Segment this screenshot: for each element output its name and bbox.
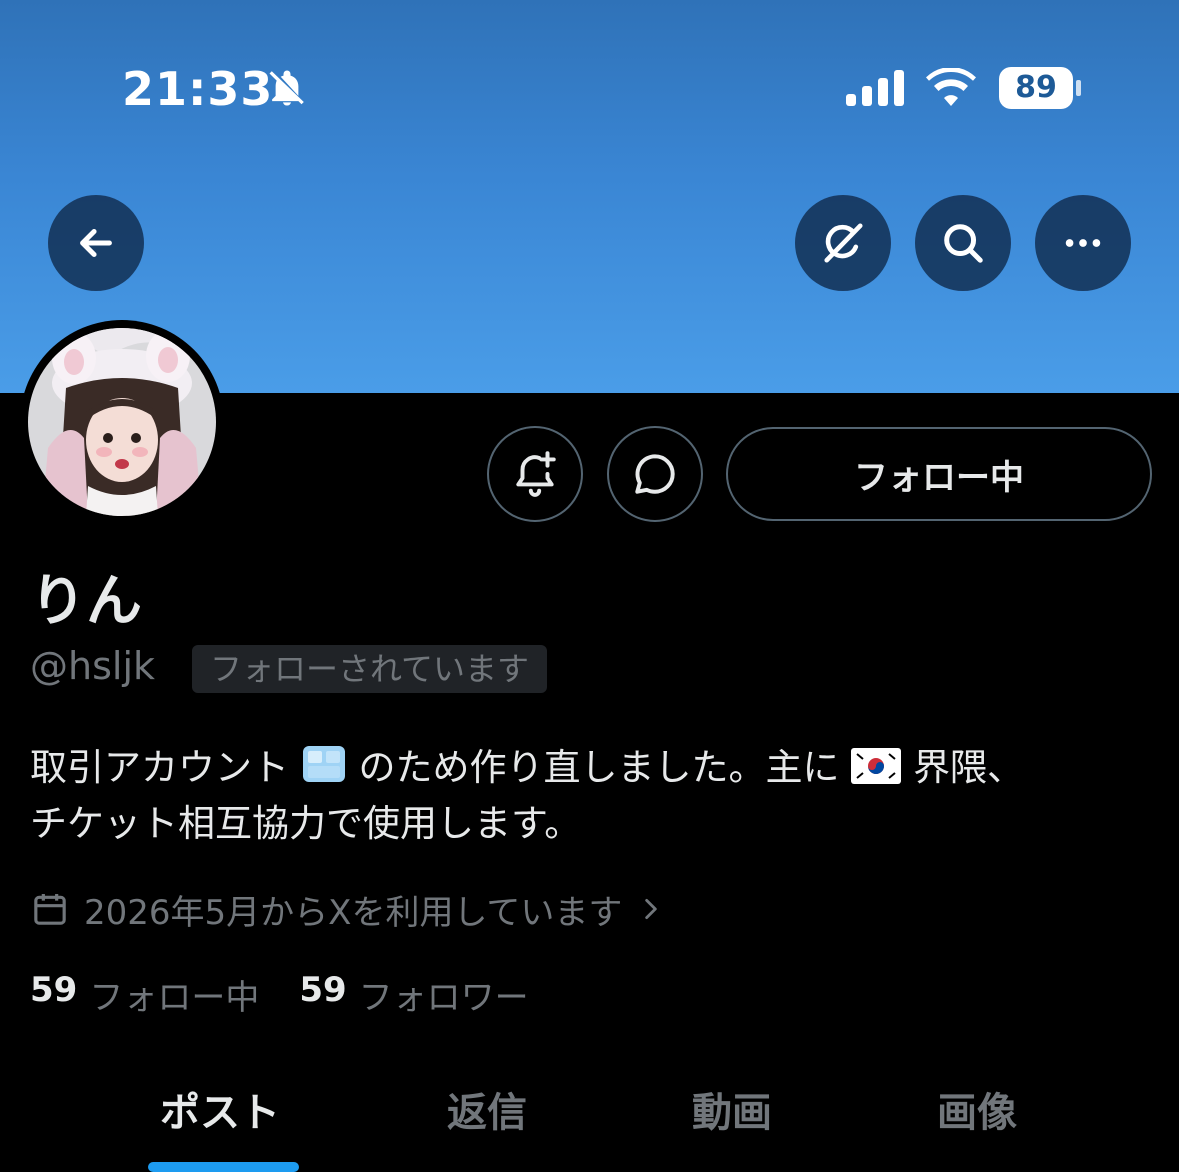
- more-horizontal-icon: [1065, 239, 1101, 247]
- bio-text: のため作り直しました。主に: [358, 746, 840, 789]
- following-button[interactable]: フォロー中: [726, 427, 1152, 521]
- avatar-image: [28, 328, 217, 518]
- bell-plus-icon: [516, 451, 556, 497]
- following-count-link[interactable]: 59 フォロー中: [30, 970, 259, 1019]
- search-icon: [944, 224, 983, 263]
- follows-you-badge: フォローされています: [192, 645, 548, 693]
- tab-posts[interactable]: ポスト: [160, 1080, 280, 1138]
- joined-date: 2026年5月からXを利用しています: [84, 892, 623, 933]
- tab-replies[interactable]: 返信: [447, 1080, 527, 1138]
- joined-date-row[interactable]: 2026年5月からXを利用しています: [30, 886, 678, 933]
- followers-count-link[interactable]: 59 フォロワー: [299, 970, 528, 1019]
- follow-counts: 59 フォロー中 59 フォロワー: [30, 970, 569, 1019]
- bio-text: チケット相互協力で使用します。: [30, 802, 582, 845]
- more-button[interactable]: [1035, 195, 1131, 291]
- chat-bubble-icon: [635, 454, 675, 494]
- chevron-right-icon: [645, 898, 658, 920]
- south-korea-flag-icon: [851, 748, 902, 784]
- calendar-icon: [34, 894, 66, 925]
- following-label: フォロー中: [89, 978, 260, 1018]
- profile-banner[interactable]: [0, 0, 1179, 393]
- profile-bio: 取引アカウント のため作り直しました。主に 界隈、 チケット相互協力で使用します…: [30, 740, 1150, 852]
- active-tab-indicator: [148, 1162, 299, 1172]
- search-button[interactable]: [915, 195, 1011, 291]
- grok-button[interactable]: [795, 195, 891, 291]
- grok-icon: [824, 223, 863, 263]
- bio-text: 取引アカウント: [30, 746, 289, 789]
- user-handle: @hsljk: [30, 644, 156, 688]
- followers-label: フォロワー: [358, 978, 529, 1018]
- notifications-button[interactable]: [487, 426, 583, 522]
- tab-images[interactable]: 画像: [937, 1080, 1017, 1138]
- bio-text: 界隈、: [913, 746, 1025, 789]
- following-count: 59: [30, 970, 78, 1010]
- back-button[interactable]: [48, 195, 144, 291]
- profile-avatar[interactable]: [20, 320, 224, 524]
- wifi-icon: [926, 68, 976, 106]
- followers-count: 59: [299, 970, 347, 1010]
- message-button[interactable]: [607, 426, 703, 522]
- tab-videos[interactable]: 動画: [692, 1080, 772, 1138]
- ice-cube-icon: [302, 746, 345, 782]
- cellular-signal-icon: [846, 70, 904, 106]
- arrow-left-icon: [80, 229, 112, 257]
- display-name: りん: [30, 569, 142, 634]
- bell-off-icon: [269, 70, 304, 106]
- status-time: 21:33: [122, 62, 274, 116]
- battery-level: 89: [1015, 70, 1057, 105]
